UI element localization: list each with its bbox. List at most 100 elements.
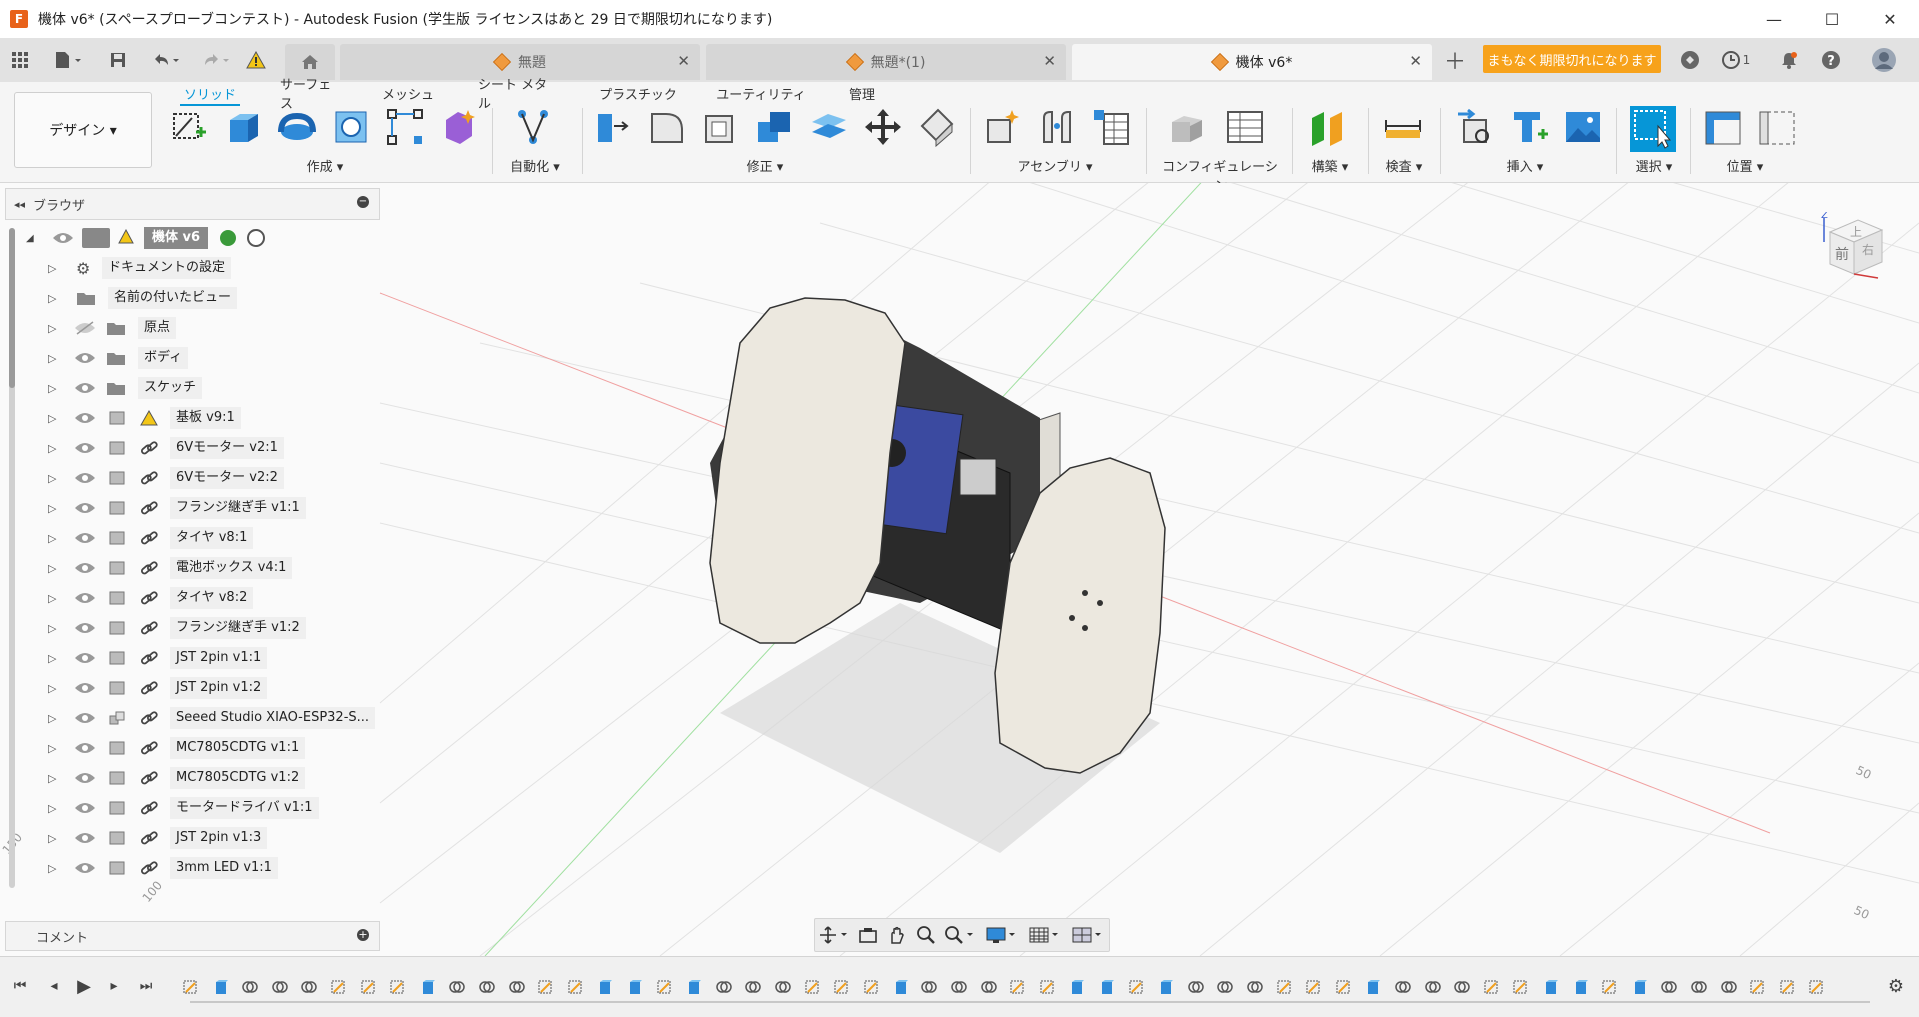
expand-triangle-icon[interactable]: ▷ [48, 262, 60, 275]
comment-panel-header[interactable]: コメント + [5, 921, 380, 951]
tab-plastic[interactable]: プラスチック [598, 82, 678, 104]
timeline-sketch-icon[interactable] [360, 979, 378, 995]
expand-triangle-icon[interactable]: ▷ [48, 862, 60, 875]
timeline-sketch-icon[interactable] [1749, 979, 1767, 995]
orbit-icon[interactable] [819, 925, 849, 945]
timeline-joint-icon[interactable] [241, 979, 259, 995]
workspace-switcher[interactable]: デザイン ▾ [14, 92, 152, 168]
tree-item-label[interactable]: 原点 [138, 317, 177, 339]
grid-snaps-icon[interactable] [1028, 925, 1062, 945]
expand-triangle-icon[interactable]: ▷ [48, 562, 60, 575]
group-automate[interactable]: 自動化 ▾ [498, 156, 572, 175]
timeline-joint-icon[interactable] [1453, 979, 1471, 995]
tree-item-label[interactable]: JST 2pin v1:3 [170, 827, 268, 849]
joint-icon[interactable] [1036, 106, 1078, 148]
visibility-eye-icon[interactable] [74, 561, 96, 575]
close-tab-icon[interactable]: ✕ [1409, 52, 1422, 70]
tree-item-label[interactable]: MC7805CDTG v1:2 [170, 767, 306, 789]
expand-triangle-icon[interactable]: ▷ [48, 622, 60, 635]
bill-of-materials-icon[interactable] [1090, 106, 1132, 148]
timeline-joint-icon[interactable] [744, 979, 762, 995]
timeline-extrude-icon[interactable] [685, 979, 703, 995]
tree-item-label[interactable]: 3mm LED v1:1 [170, 857, 278, 879]
expand-triangle-icon[interactable]: ▷ [48, 742, 60, 755]
timeline-joint-icon[interactable] [1216, 979, 1234, 995]
expand-triangle-icon[interactable]: ▷ [48, 682, 60, 695]
timeline-extrude-icon[interactable] [596, 979, 614, 995]
tree-item-label[interactable]: 基板 v9:1 [170, 407, 241, 429]
save-icon[interactable] [104, 46, 132, 74]
zoom-window-icon[interactable] [944, 925, 976, 945]
visibility-eye-icon[interactable] [74, 831, 96, 845]
fillet-icon[interactable] [646, 106, 688, 148]
warning-badge-icon[interactable] [242, 46, 270, 74]
browser-panel-header[interactable]: ◂◂ ブラウザ − [5, 188, 380, 220]
timeline-extrude-icon[interactable] [212, 979, 230, 995]
expiration-warning-button[interactable]: まもなく期限切れになります [1483, 45, 1661, 73]
timeline-sketch-icon[interactable] [389, 979, 407, 995]
tab-mesh[interactable]: メッシュ [378, 82, 438, 104]
activate-radio-icon[interactable] [247, 229, 265, 247]
select-icon[interactable] [1630, 106, 1676, 152]
expand-triangle-icon[interactable]: ▷ [48, 502, 60, 515]
add-comment-icon[interactable]: + [357, 929, 369, 941]
tree-item-label[interactable]: ドキュメントの設定 [102, 257, 232, 279]
configuration-table-icon[interactable] [1224, 106, 1266, 148]
timeline-sketch-icon[interactable] [833, 979, 851, 995]
tree-item-label[interactable]: フランジ継ぎ手 v1:1 [170, 497, 306, 519]
timeline-extrude-icon[interactable] [1364, 979, 1382, 995]
timeline-joint-icon[interactable] [1394, 979, 1412, 995]
timeline-sketch-icon[interactable] [1779, 979, 1797, 995]
view-cube[interactable]: 上 前 右 Z [1818, 210, 1890, 284]
timeline-joint-icon[interactable] [271, 979, 289, 995]
group-modify[interactable]: 修正 ▾ [730, 156, 800, 175]
expand-triangle-icon[interactable]: ▷ [48, 712, 60, 725]
timeline-sketch-icon[interactable] [656, 979, 674, 995]
shell-icon[interactable] [700, 106, 742, 148]
play-icon[interactable]: ▶ [72, 974, 96, 998]
timeline-joint-icon[interactable] [448, 979, 466, 995]
capture-position-icon[interactable] [1702, 106, 1744, 148]
tab-airframe-v6[interactable]: 機体 v6* ✕ [1072, 44, 1432, 80]
timeline-joint-icon[interactable] [774, 979, 792, 995]
close-tab-icon[interactable]: ✕ [677, 52, 690, 70]
visibility-eye-icon[interactable] [74, 381, 96, 395]
viewports-icon[interactable] [1071, 925, 1105, 945]
timeline-sketch-icon[interactable] [1335, 979, 1353, 995]
root-label[interactable]: 機体 v6 [144, 227, 209, 249]
visibility-eye-icon[interactable] [74, 711, 96, 725]
close-button[interactable]: ✕ [1861, 0, 1919, 38]
redo-icon[interactable] [196, 46, 236, 74]
create-sketch-icon[interactable] [168, 106, 210, 148]
collapse-panel-icon[interactable]: ◂◂ [14, 198, 25, 211]
offset-plane-icon[interactable] [1306, 106, 1348, 148]
timeline-joint-icon[interactable] [478, 979, 496, 995]
timeline-joint-icon[interactable] [920, 979, 938, 995]
rectangular-pattern-icon[interactable] [384, 106, 426, 148]
group-position[interactable]: 位置 ▾ [1710, 156, 1780, 175]
zoom-icon[interactable] [916, 925, 936, 945]
expand-triangle-icon[interactable]: ▷ [48, 442, 60, 455]
look-at-icon[interactable] [858, 925, 878, 945]
timeline-joint-icon[interactable] [300, 979, 318, 995]
timeline-extrude-icon[interactable] [1572, 979, 1590, 995]
visibility-eye-icon[interactable] [74, 861, 96, 875]
expand-triangle-icon[interactable]: ▷ [48, 382, 60, 395]
expand-triangle-icon[interactable]: ▷ [48, 592, 60, 605]
timeline-joint-icon[interactable] [508, 979, 526, 995]
configure-design-icon[interactable] [1166, 106, 1208, 148]
visibility-eye-icon[interactable] [74, 441, 96, 455]
timeline-extrude-icon[interactable] [1098, 979, 1116, 995]
group-construct[interactable]: 構築 ▾ [1300, 156, 1360, 175]
maximize-button[interactable]: ☐ [1803, 0, 1861, 38]
timeline-joint-icon[interactable] [1187, 979, 1205, 995]
group-create[interactable]: 作成 ▾ [290, 156, 360, 175]
expand-triangle-icon[interactable]: ▷ [48, 832, 60, 845]
tree-item-label[interactable]: タイヤ v8:1 [170, 527, 254, 549]
expand-triangle-icon[interactable]: ▷ [48, 412, 60, 425]
tree-item-label[interactable]: タイヤ v8:2 [170, 587, 254, 609]
expand-triangle-icon[interactable]: ▷ [48, 472, 60, 485]
visibility-eye-icon[interactable] [74, 621, 96, 635]
extensions-icon[interactable] [1676, 46, 1704, 74]
timeline-extrude-icon[interactable] [1542, 979, 1560, 995]
